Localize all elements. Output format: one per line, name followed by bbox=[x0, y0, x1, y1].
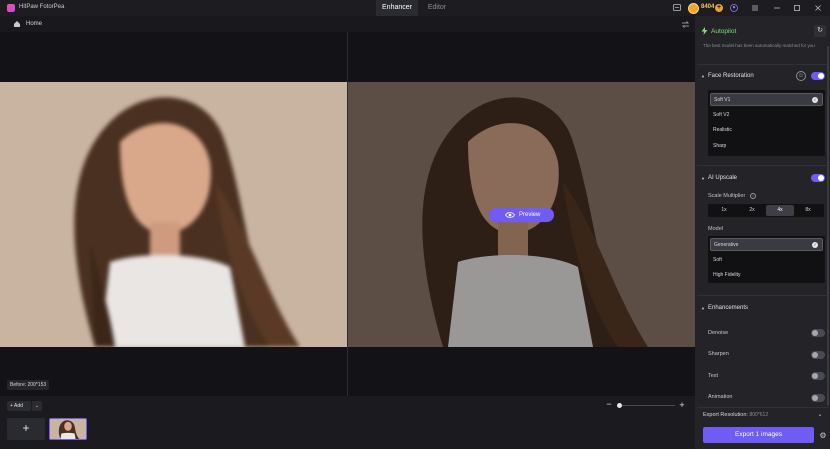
scale-multiplier-label: Scale Multiplier bbox=[708, 193, 746, 199]
scale-multiplier-selector: 1x 2x 4x 8x bbox=[708, 204, 824, 217]
home-link[interactable]: Home bbox=[26, 21, 42, 27]
maximize-icon[interactable] bbox=[793, 4, 801, 12]
eye-icon bbox=[505, 211, 515, 219]
ai-upscale-caret-icon[interactable]: ▼ bbox=[701, 176, 706, 181]
denoise-label: Denoise bbox=[708, 330, 729, 336]
face-restoration-caret-icon[interactable]: ▼ bbox=[701, 74, 706, 79]
model-option-generative[interactable]: Generative ✓ bbox=[710, 238, 823, 251]
face-option-soft-v1[interactable]: Soft V1 ✓ bbox=[710, 93, 823, 106]
face-icon[interactable]: ☺ bbox=[796, 71, 806, 81]
animation-toggle[interactable] bbox=[811, 394, 825, 402]
tab-enhancer[interactable]: Enhancer bbox=[376, 0, 418, 16]
close-icon[interactable] bbox=[814, 4, 822, 12]
zoom-slider[interactable] bbox=[620, 405, 675, 406]
add-image-button[interactable]: + bbox=[7, 418, 45, 440]
zoom-slider-thumb[interactable] bbox=[617, 403, 622, 408]
export-resolution-value: 800*612 bbox=[749, 412, 769, 418]
menu-icon[interactable] bbox=[751, 4, 759, 12]
face-restoration-label: Face Restoration bbox=[708, 73, 754, 79]
info-icon[interactable]: i bbox=[750, 193, 756, 199]
face-option-realistic[interactable]: Realistic bbox=[710, 124, 823, 137]
model-label: Model bbox=[708, 226, 723, 232]
divider bbox=[697, 407, 830, 408]
face-option-sharp[interactable]: Sharp bbox=[710, 140, 823, 153]
animation-label: Animation bbox=[708, 394, 733, 400]
add-label: Add bbox=[14, 403, 23, 409]
add-dropdown-chevron-down-icon[interactable]: ⌄ bbox=[31, 401, 42, 411]
gear-icon[interactable]: ⚙ bbox=[819, 432, 827, 440]
home-bar: Home bbox=[0, 16, 695, 32]
scale-option-1x[interactable]: 1x bbox=[710, 205, 738, 216]
tab-editor[interactable]: Editor bbox=[418, 0, 456, 16]
ai-upscale-label: AI Upscale bbox=[708, 175, 738, 181]
face-restoration-toggle[interactable] bbox=[811, 72, 825, 80]
sharpen-toggle[interactable] bbox=[811, 351, 825, 359]
home-icon[interactable] bbox=[13, 20, 21, 28]
export-resolution: Export Resolution: 800*612 bbox=[703, 412, 768, 418]
account-icon[interactable] bbox=[730, 4, 738, 12]
preview-label: Preview bbox=[519, 212, 541, 218]
enhancements-caret-icon[interactable]: ▼ bbox=[701, 306, 706, 311]
image-thumbnail[interactable] bbox=[49, 418, 87, 440]
panel-scrollbar[interactable] bbox=[827, 46, 829, 406]
preview-button[interactable]: Preview bbox=[489, 208, 554, 222]
zoom-out-icon[interactable]: − bbox=[605, 400, 613, 409]
model-option-high-fidelity[interactable]: High Fidelity bbox=[710, 269, 823, 282]
autopilot-description: The best model has been automatically ma… bbox=[703, 43, 815, 48]
scale-option-2x[interactable]: 2x bbox=[738, 205, 766, 216]
refresh-icon[interactable]: ↻ bbox=[814, 25, 826, 37]
sharpen-label: Sharpen bbox=[708, 351, 729, 357]
lightning-icon bbox=[701, 27, 708, 35]
add-button[interactable]: + Add bbox=[7, 401, 31, 411]
compare-view-icon[interactable] bbox=[681, 20, 690, 29]
zoom-in-icon[interactable]: + bbox=[678, 401, 686, 410]
face-option-soft-v2[interactable]: Soft V2 bbox=[710, 109, 823, 122]
bottom-strip bbox=[0, 396, 695, 449]
text-label: Text bbox=[708, 373, 719, 379]
check-icon: ✓ bbox=[812, 242, 818, 248]
check-icon: ✓ bbox=[812, 97, 818, 103]
scale-option-4x[interactable]: 4x bbox=[766, 205, 794, 216]
settings-panel bbox=[695, 16, 830, 449]
divider bbox=[697, 64, 830, 65]
before-image bbox=[0, 82, 347, 347]
ai-upscale-toggle[interactable] bbox=[811, 174, 825, 182]
expand-icon[interactable]: ⌄ bbox=[816, 411, 824, 419]
export-button[interactable]: Export 1 images bbox=[703, 427, 814, 443]
app-logo-icon bbox=[7, 4, 15, 12]
plus-icon: + bbox=[10, 403, 13, 409]
scale-option-8x[interactable]: 8x bbox=[794, 205, 822, 216]
face-restoration-model-list: Soft V1 ✓ Soft V2 Realistic Sharp bbox=[708, 90, 825, 156]
app-title: HitPaw FotorPea bbox=[19, 4, 65, 10]
divider bbox=[697, 165, 830, 166]
title-bar: HitPaw FotorPea Enhancer Editor 8404 + bbox=[0, 0, 830, 16]
model-option-soft[interactable]: Soft bbox=[710, 254, 823, 267]
add-credits-icon[interactable]: + bbox=[715, 4, 723, 12]
autopilot-label: Autopilot bbox=[711, 28, 737, 35]
denoise-toggle[interactable] bbox=[811, 329, 825, 337]
divider bbox=[697, 295, 830, 296]
before-size-tag: Before: 200*153 bbox=[7, 380, 50, 390]
message-icon[interactable] bbox=[673, 4, 681, 12]
credits-count: 8404 bbox=[701, 4, 715, 10]
upscale-model-list: Generative ✓ Soft High Fidelity bbox=[708, 236, 825, 283]
minimize-icon[interactable] bbox=[773, 4, 781, 12]
coin-icon bbox=[688, 3, 699, 14]
enhancements-label: Enhancements bbox=[708, 305, 749, 311]
text-toggle[interactable] bbox=[811, 372, 825, 380]
export-resolution-label: Export Resolution: bbox=[703, 412, 748, 418]
